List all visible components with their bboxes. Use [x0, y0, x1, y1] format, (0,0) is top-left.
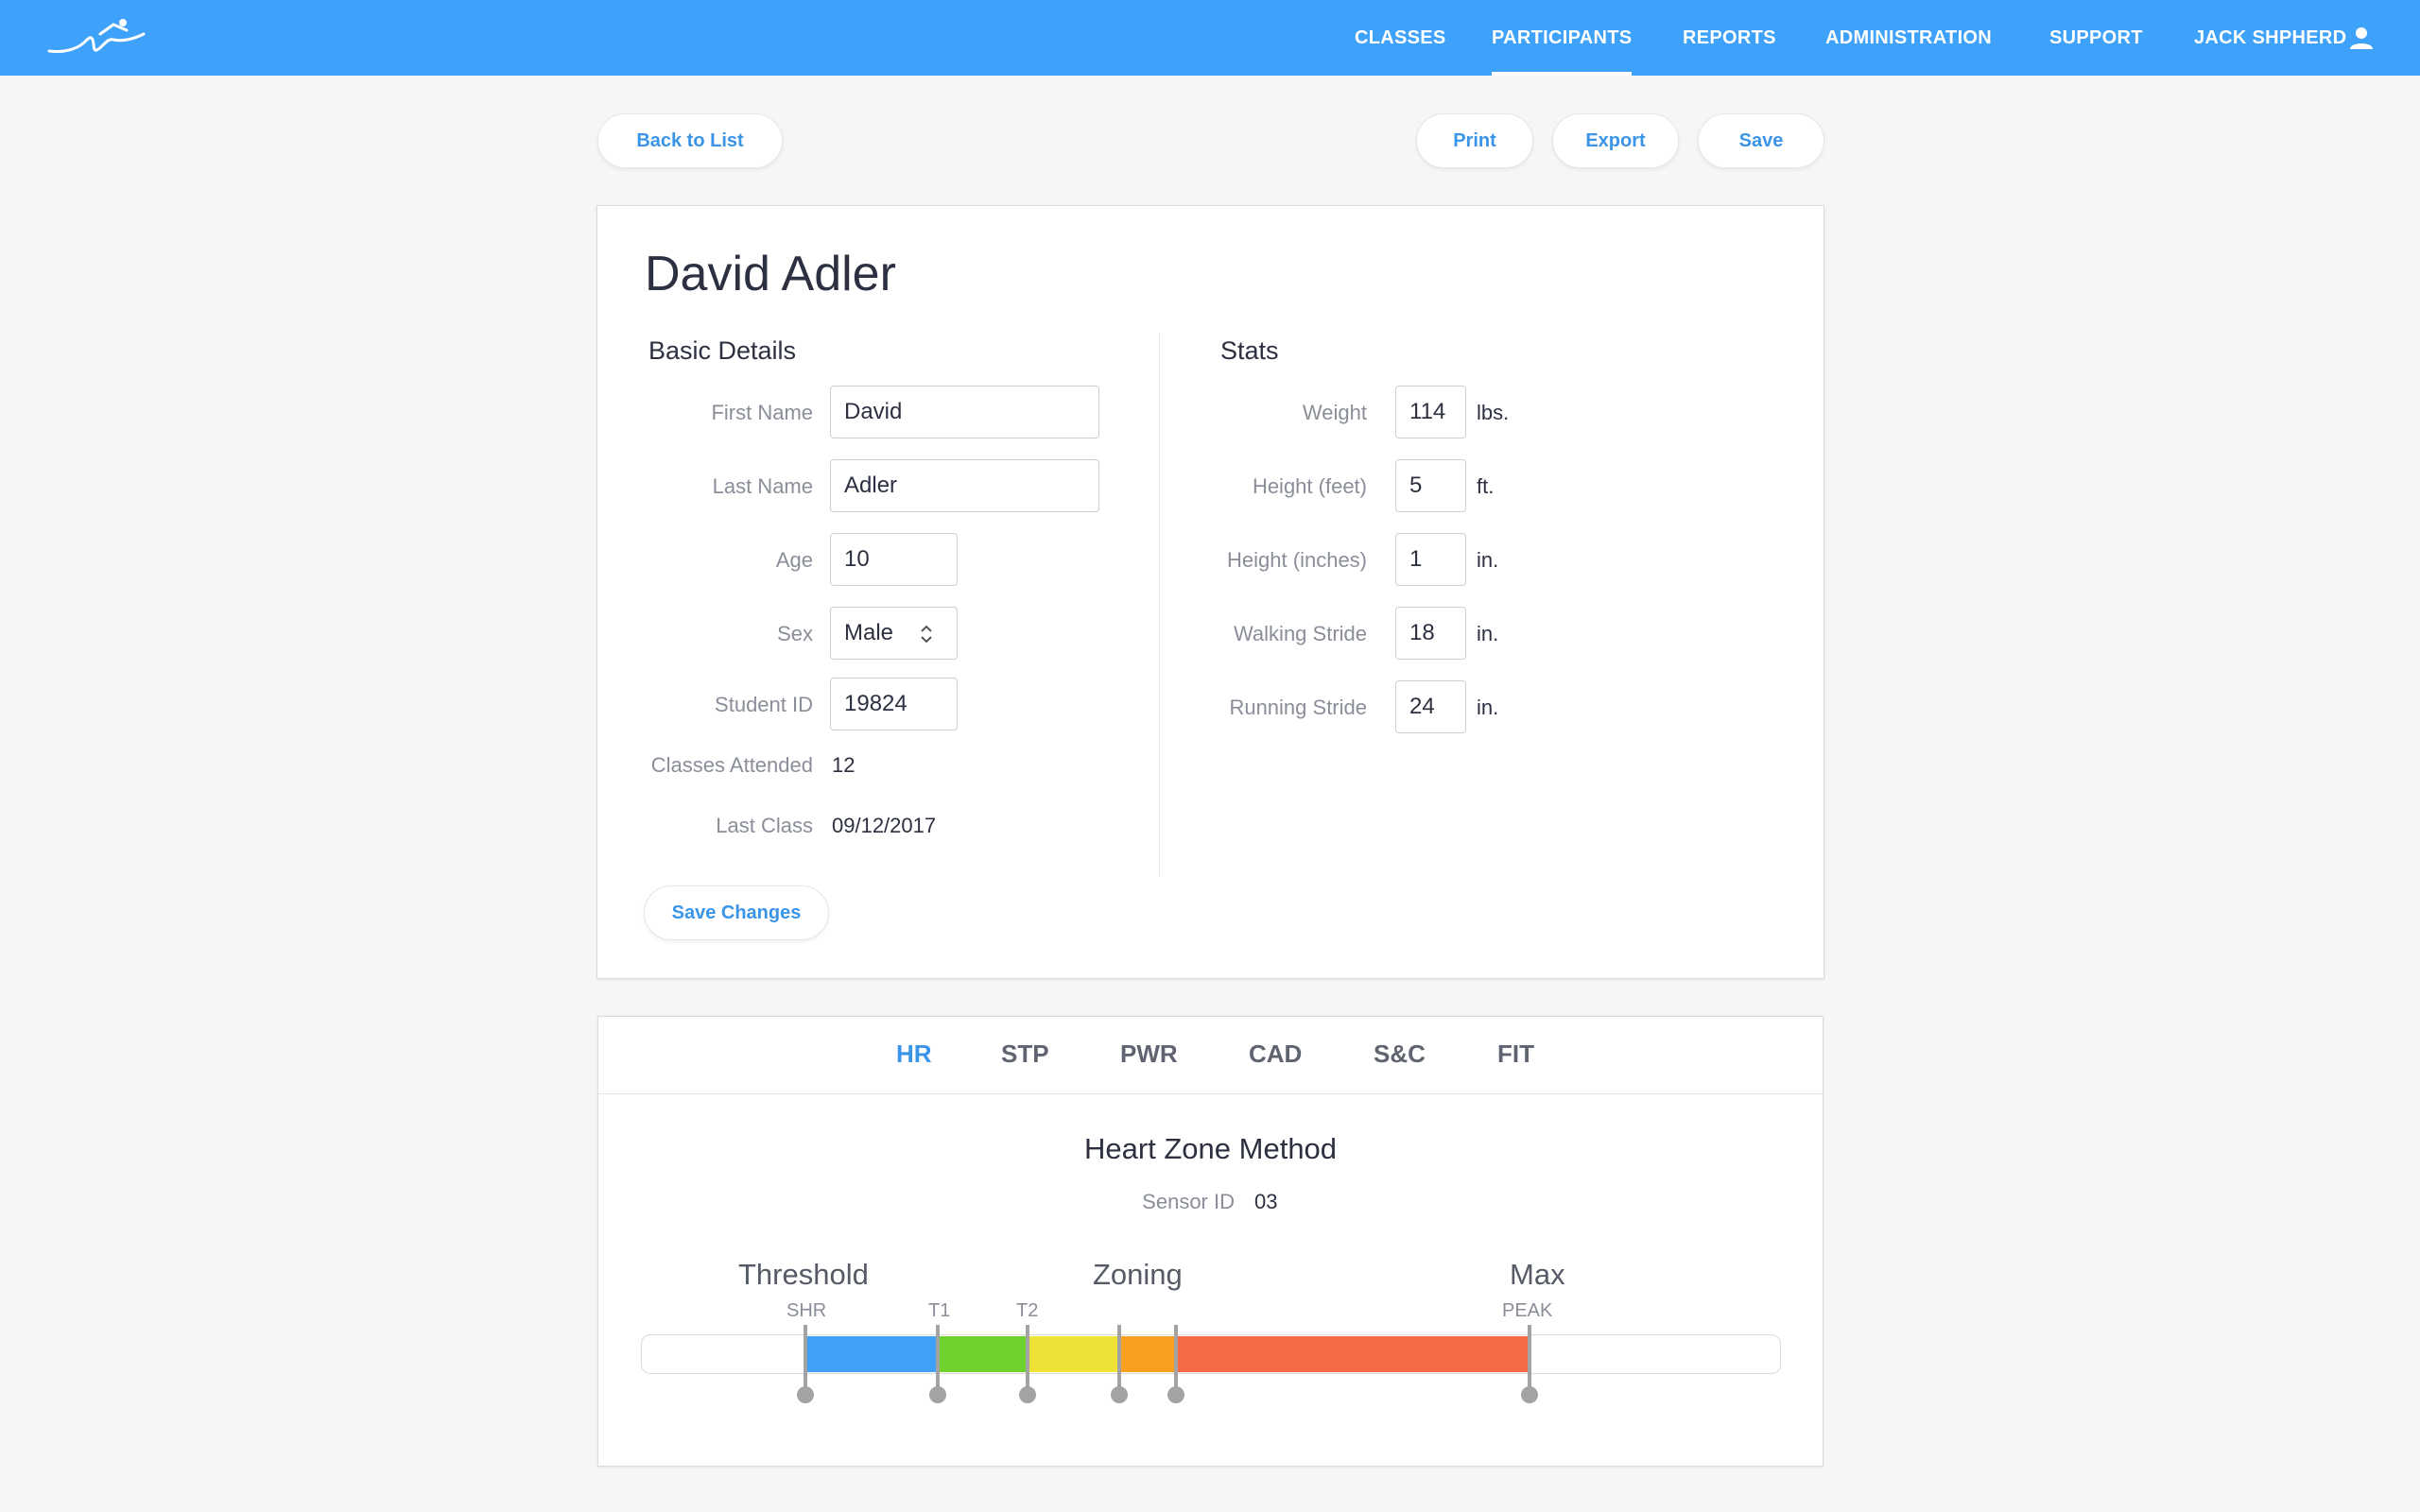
participant-details-card	[596, 205, 1824, 979]
participant-name: David Adler	[645, 247, 896, 301]
zone-4-handle[interactable]	[1174, 1325, 1178, 1391]
max-heading: Max	[1510, 1258, 1565, 1291]
threshold-heading: Threshold	[738, 1258, 869, 1291]
sex-label: Sex	[777, 622, 813, 645]
t1-handle-knob[interactable]	[929, 1386, 946, 1403]
age-label: Age	[775, 548, 813, 572]
print-button[interactable]: Print	[1416, 113, 1533, 168]
height-feet-field[interactable]: 5	[1395, 459, 1466, 512]
first-name-field[interactable]: David	[830, 386, 1099, 438]
shr-handle[interactable]	[804, 1325, 807, 1391]
zone-segment-1	[805, 1336, 938, 1372]
weight-field[interactable]: 114	[1395, 386, 1466, 438]
nav-reports[interactable]: REPORTS	[1683, 0, 1776, 76]
zone-segment-5	[1176, 1336, 1530, 1372]
student-id-field[interactable]: 19824	[830, 678, 958, 730]
sex-select[interactable]: Male	[830, 607, 958, 660]
nav-classes[interactable]: CLASSES	[1355, 0, 1446, 76]
t1-handle[interactable]	[936, 1325, 940, 1391]
zoning-heading: Zoning	[1093, 1258, 1183, 1291]
zone-segment-2	[938, 1336, 1028, 1372]
height-feet-unit: ft.	[1477, 474, 1495, 498]
heart-zone-title: Heart Zone Method	[1083, 1132, 1338, 1165]
height-inches-unit: in.	[1477, 548, 1499, 572]
runner-logo-icon[interactable]	[45, 15, 149, 60]
last-class-label: Last Class	[716, 814, 813, 837]
export-button[interactable]: Export	[1552, 113, 1679, 168]
peak-handle-knob[interactable]	[1521, 1386, 1538, 1403]
zone-3-handle-knob[interactable]	[1111, 1386, 1128, 1403]
t2-handle-knob[interactable]	[1019, 1386, 1036, 1403]
last-class-value: 09/12/2017	[832, 814, 937, 837]
height-inches-field[interactable]: 1	[1395, 533, 1466, 586]
sensor-id-value: 03	[1254, 1190, 1278, 1213]
running-stride-unit: in.	[1477, 696, 1499, 719]
shr-handle-knob[interactable]	[797, 1386, 814, 1403]
zone-segment-4	[1119, 1336, 1176, 1372]
tab-stp[interactable]: STP	[1001, 1040, 1049, 1069]
tab-fit[interactable]: FIT	[1497, 1040, 1534, 1069]
sex-select-value: Male	[844, 620, 894, 645]
top-nav-bar: CLASSES PARTICIPANTS REPORTS ADMINISTRAT…	[0, 0, 2420, 76]
age-field[interactable]: 10	[830, 533, 958, 586]
first-name-label: First Name	[711, 401, 813, 424]
t2-handle[interactable]	[1026, 1325, 1029, 1391]
metrics-card	[597, 1016, 1824, 1467]
save-button[interactable]: Save	[1698, 113, 1824, 168]
last-name-field[interactable]: Adler	[830, 459, 1099, 512]
shr-marker-label: SHR	[786, 1300, 827, 1321]
stats-title: Stats	[1220, 336, 1279, 365]
sensor-id-label: Sensor ID	[1142, 1190, 1235, 1213]
peak-handle[interactable]	[1528, 1325, 1531, 1391]
tab-divider	[598, 1093, 1823, 1094]
classes-attended-value: 12	[832, 753, 856, 777]
basic-details-title: Basic Details	[648, 336, 797, 365]
t2-marker-label: T2	[1016, 1300, 1039, 1321]
nav-support[interactable]: SUPPORT	[2049, 0, 2143, 76]
walking-stride-field[interactable]: 18	[1395, 607, 1466, 660]
peak-marker-label: PEAK	[1502, 1300, 1553, 1321]
classes-attended-label: Classes Attended	[650, 753, 813, 777]
running-stride-field[interactable]: 24	[1395, 680, 1466, 733]
zone-segment-3	[1028, 1336, 1119, 1372]
user-icon[interactable]	[2349, 26, 2374, 50]
zone-4-handle-knob[interactable]	[1167, 1386, 1184, 1403]
save-changes-button[interactable]: Save Changes	[644, 885, 829, 940]
last-name-label: Last Name	[712, 474, 813, 498]
t1-marker-label: T1	[928, 1300, 951, 1321]
nav-administration[interactable]: ADMINISTRATION	[1825, 0, 1992, 76]
tab-pwr[interactable]: PWR	[1120, 1040, 1178, 1069]
tab-hr[interactable]: HR	[896, 1040, 932, 1069]
height-feet-label: Height (feet)	[1252, 474, 1367, 498]
running-stride-label: Running Stride	[1229, 696, 1367, 719]
user-menu-name[interactable]: JACK SHPHERD	[2194, 0, 2346, 76]
nav-participants[interactable]: PARTICIPANTS	[1492, 0, 1633, 76]
weight-label: Weight	[1302, 401, 1367, 424]
select-arrows-icon	[921, 625, 932, 644]
zone-3-handle[interactable]	[1117, 1325, 1121, 1391]
height-inches-label: Height (inches)	[1227, 548, 1367, 572]
back-to-list-button[interactable]: Back to List	[597, 113, 783, 168]
walking-stride-unit: in.	[1477, 622, 1499, 645]
tab-cad[interactable]: CAD	[1249, 1040, 1302, 1069]
weight-unit: lbs.	[1477, 401, 1510, 424]
tab-s-and-c[interactable]: S&C	[1374, 1040, 1426, 1069]
walking-stride-label: Walking Stride	[1233, 622, 1367, 645]
student-id-label: Student ID	[715, 693, 813, 716]
